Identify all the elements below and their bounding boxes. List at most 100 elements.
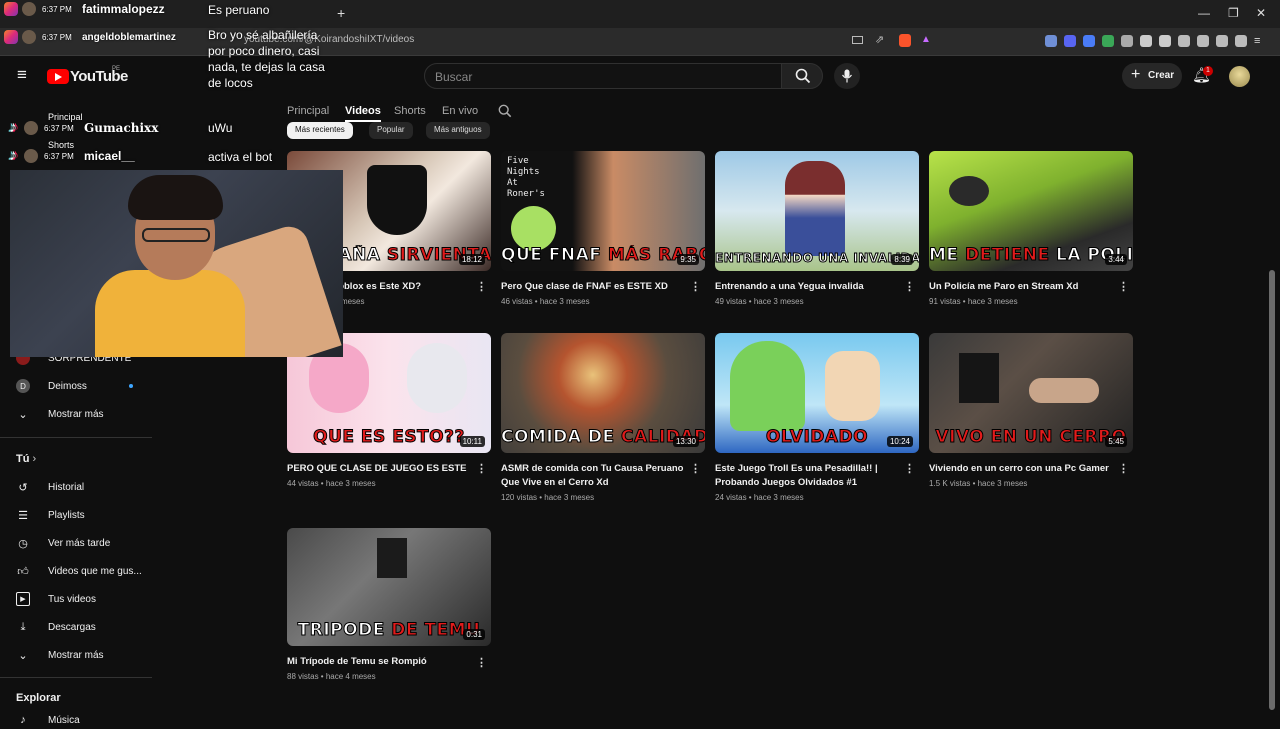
minimize-button[interactable]: — [1198,6,1210,20]
maximize-button[interactable]: ❐ [1228,6,1239,20]
more-options-icon[interactable]: ⋮ [690,280,701,293]
sidebar-item-playlists[interactable]: ☰ Playlists [16,506,85,524]
video-title[interactable]: Pero Que clase de FNAF es ESTE XD [501,280,686,294]
video-duration: 10:24 [886,436,913,447]
new-tab-button[interactable]: + [337,5,345,21]
chip-oldest[interactable]: Más antiguos [426,122,490,139]
extension-icon[interactable] [1159,35,1171,47]
hamburger-menu-icon[interactable]: ≡ [17,65,27,85]
discord-icon[interactable] [1064,35,1076,47]
extension-icon[interactable] [1102,35,1114,47]
video-card[interactable]: ENTRENANDO UNA INVALIDA 8:39 Entrenando … [715,151,919,306]
extension-icon[interactable] [1045,35,1057,47]
video-thumbnail[interactable]: COMIDA DE CALIDAD 13:30 [501,333,705,453]
voice-search-button[interactable] [834,63,860,89]
equipment-figure [959,353,999,403]
video-title[interactable]: Este Juego Troll Es una Pesadilla!! | Pr… [715,462,900,490]
video-thumbnail[interactable]: Five Nights At Roner's QUE FNAF MÁS RARO… [501,151,705,271]
create-button[interactable]: Crear [1122,63,1182,89]
more-options-icon[interactable]: ⋮ [476,280,487,293]
sidebar-item-liked-videos[interactable]: 👍︎ Videos que me gus... [16,562,142,580]
video-title[interactable]: ASMR de comida con Tu Causa Peruano Que … [501,462,686,490]
tab-videos[interactable]: Videos [345,105,381,117]
more-options-icon[interactable]: ⋮ [1118,462,1129,475]
tab-principal[interactable]: Principal [287,105,329,117]
video-title[interactable]: Mi Trípode de Temu se Rompió [287,655,472,669]
menu-icon[interactable]: ≡ [1254,35,1266,47]
video-thumbnail[interactable]: ME DETIENE LA POLI 3:44 [929,151,1133,271]
extension-icon[interactable] [1083,35,1095,47]
youtube-logo-icon[interactable] [47,69,69,84]
wallet-icon[interactable] [1197,35,1209,47]
sidebar-item-downloads[interactable]: ⤓ Descargas [16,618,96,636]
sidebar-item-watch-later[interactable]: ◷ Ver más tarde [16,534,110,552]
video-thumbnail[interactable]: ENTRENANDO UNA INVALIDA 8:39 [715,151,919,271]
video-duration: 5:45 [1105,436,1127,447]
more-options-icon[interactable]: ⋮ [690,462,701,475]
video-thumbnail[interactable]: VIVO EN UN CERRO 5:45 [929,333,1133,453]
video-card[interactable]: COMIDA DE CALIDAD 13:30 ASMR de comida c… [501,333,705,502]
close-window-button[interactable]: ✕ [1256,6,1266,20]
puzzle-icon[interactable] [1140,35,1152,47]
video-thumbnail[interactable]: OLVIDADO 10:24 [715,333,919,453]
video-card[interactable]: VIVO EN UN CERRO 5:45 Viviendo en un cer… [929,333,1133,488]
page-scrollbar[interactable] [1269,270,1275,710]
video-title[interactable]: PERO QUE CLASE DE JUEGO ES ESTE [287,462,472,476]
rewards-icon[interactable]: ▲ [921,34,931,45]
more-options-icon[interactable]: ⋮ [476,656,487,669]
sidebar-item-your-videos[interactable]: ▶ Tus videos [16,590,96,608]
character-figure [730,341,805,431]
extension-icon[interactable] [1121,35,1133,47]
sidebar-icon[interactable] [1178,35,1190,47]
tiktok-account-label: Principal [48,112,83,122]
search-placeholder: Buscar [435,70,473,84]
share-icon[interactable]: ⇗ [875,33,884,46]
sidebar-item-label: Descargas [48,621,96,633]
chip-popular[interactable]: Popular [369,122,413,139]
sidebar-show-more-you[interactable]: ⌄ Mostrar más [16,646,103,664]
video-card[interactable]: Five Nights At Roner's QUE FNAF MÁS RARO… [501,151,705,306]
history-icon: ↺ [18,481,28,494]
chat-username: micael__ [84,149,135,163]
more-options-icon[interactable]: ⋮ [904,462,915,475]
thumbnail-banner: VIVO EN UN CERRO [935,427,1127,447]
video-card[interactable]: TRIPODE DE TEMU 0:31 Mi Trípode de Temu … [287,528,491,681]
more-options-icon[interactable]: ⋮ [476,462,487,475]
microphone-icon [842,69,852,83]
video-title[interactable]: Entrenando a una Yegua invalida [715,280,900,294]
video-duration: 0:31 [463,629,485,640]
sidebar-you-header[interactable]: Tú › [16,453,36,465]
chat-avatar [24,149,38,163]
video-duration: 18:12 [458,254,485,265]
chevron-down-icon: ⌄ [18,408,28,421]
channel-search-icon[interactable] [498,104,512,118]
video-card[interactable]: ME DETIENE LA POLI 3:44 Un Policía me Pa… [929,151,1133,306]
more-options-icon[interactable]: ⋮ [1118,280,1129,293]
tab-en-vivo[interactable]: En vivo [442,105,478,117]
leo-icon[interactable] [1216,35,1228,47]
cast-icon[interactable] [852,36,863,44]
more-options-icon[interactable]: ⋮ [904,280,915,293]
sidebar-item-historial[interactable]: ↺ Historial [16,478,84,496]
search-input[interactable]: Buscar [424,63,782,89]
video-card[interactable]: OLVIDADO 10:24 Este Juego Troll Es una P… [715,333,919,502]
sidebar-sub-deimoss[interactable]: D Deimoss [16,377,87,395]
video-thumbnail[interactable]: TRIPODE DE TEMU 0:31 [287,528,491,646]
hand-figure [1029,378,1099,403]
sidebar-item-music[interactable]: ♪ Música [16,711,79,729]
sidebar-show-more-subs[interactable]: ⌄ Mostrar más [16,405,103,423]
chip-most-recent[interactable]: Más recientes [287,122,353,139]
thumbnail-caption: Five Nights At Roner's [507,156,545,199]
brave-shield-icon[interactable] [899,34,911,47]
chat-avatar [24,121,38,135]
instagram-icon [4,2,18,16]
video-duration: 9:35 [677,254,699,265]
play-square-icon: ▶ [16,592,30,606]
account-avatar[interactable] [1229,66,1250,87]
video-title[interactable]: Viviendo en un cerro con una Pc Gamer [929,462,1114,476]
shield-icon[interactable] [1235,35,1247,47]
character-figure [785,161,845,256]
search-button[interactable] [781,63,823,89]
video-title[interactable]: Un Policía me Paro en Stream Xd [929,280,1114,294]
tab-shorts[interactable]: Shorts [394,105,426,117]
